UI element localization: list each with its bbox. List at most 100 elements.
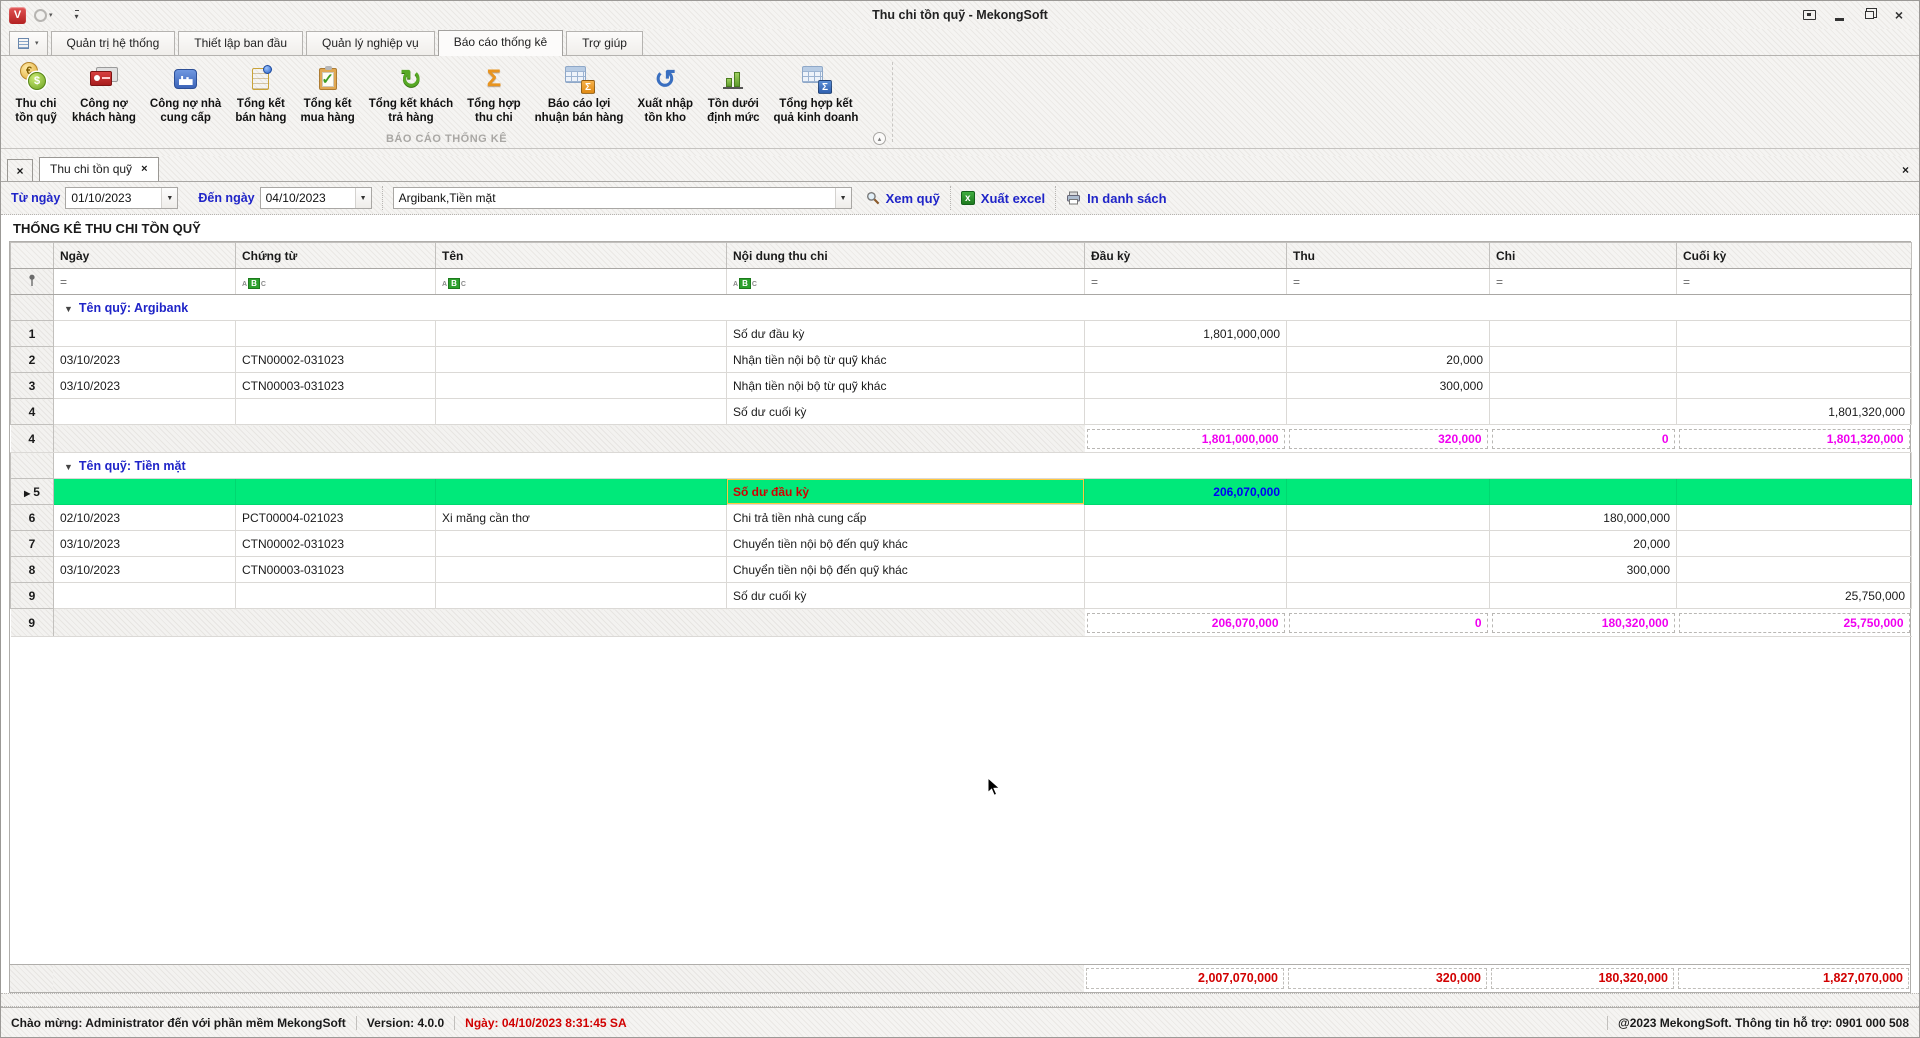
ribbon-item-purchase-check[interactable]: ✓Tổng kếtmua hàng — [293, 60, 361, 128]
column-header-dauky[interactable]: Đầu kỳ — [1085, 243, 1287, 269]
cell-ten[interactable] — [436, 557, 727, 583]
cell-chi[interactable] — [1490, 373, 1677, 399]
cell-thu[interactable] — [1287, 583, 1490, 609]
minimize-button[interactable] — [1827, 5, 1851, 25]
row-indicator[interactable]: 7 — [11, 531, 54, 557]
cell-ngay[interactable]: 03/10/2023 — [54, 347, 236, 373]
ribbon-tab-3[interactable]: Báo cáo thống kê — [438, 30, 563, 56]
group-row-caption[interactable]: ▼Tên quỹ: Tiền mặt — [54, 453, 1912, 479]
cell-chungtu[interactable]: CTN00002-031023 — [236, 347, 436, 373]
row-indicator[interactable]: 4 — [11, 399, 54, 425]
row-indicator[interactable]: 9 — [11, 583, 54, 609]
tab-thu-chi-ton-quy[interactable]: Thu chi tồn quỹ × — [39, 157, 159, 181]
cell-cuoiky[interactable] — [1677, 479, 1912, 505]
cell-chi[interactable] — [1490, 399, 1677, 425]
cell-chi[interactable] — [1490, 479, 1677, 505]
row-indicator[interactable]: 8 — [11, 557, 54, 583]
cell-cuoiky[interactable] — [1677, 505, 1912, 531]
filter-cell-ngay[interactable]: = — [54, 269, 236, 295]
cell-cuoiky[interactable] — [1677, 557, 1912, 583]
column-header-chi[interactable]: Chi — [1490, 243, 1677, 269]
ribbon-item-bar-chart[interactable]: Tồn dướiđịnh mức — [700, 60, 766, 128]
cell-cuoiky[interactable] — [1677, 321, 1912, 347]
filter-pin-icon[interactable] — [11, 269, 54, 295]
filter-cell-chungtu[interactable]: ABC — [236, 269, 436, 295]
row-indicator[interactable]: 6 — [11, 505, 54, 531]
cell-thu[interactable]: 300,000 — [1287, 373, 1490, 399]
collapse-triangle-icon[interactable]: ▼ — [64, 462, 73, 472]
cell-noidung[interactable]: Số dư đầu kỳ — [727, 321, 1085, 347]
filter-cell-thu[interactable]: = — [1287, 269, 1490, 295]
cell-noidung[interactable]: Nhận tiền nội bộ từ quỹ khác — [727, 347, 1085, 373]
cell-chi[interactable] — [1490, 321, 1677, 347]
dropdown-arrow-icon[interactable]: ▼ — [355, 188, 371, 208]
strip-close-button[interactable]: × — [1902, 163, 1913, 181]
cell-noidung[interactable]: Chuyển tiền nội bộ đến quỹ khác — [727, 557, 1085, 583]
cell-chungtu[interactable]: PCT00004-021023 — [236, 505, 436, 531]
cell-ten[interactable] — [436, 583, 727, 609]
to-date-input[interactable]: 04/10/2023 ▼ — [260, 187, 372, 209]
ribbon-item-returns[interactable]: ↻Tổng kết kháchtrả hàng — [362, 60, 460, 128]
ribbon-item-profit-table[interactable]: ΣBáo cáo lợinhuận bán hàng — [528, 60, 631, 128]
cell-dauky[interactable]: 1,801,000,000 — [1085, 321, 1287, 347]
ribbon-tab-2[interactable]: Quản lý nghiệp vụ — [306, 31, 435, 55]
close-all-tabs-button[interactable]: × — [7, 159, 33, 181]
filter-cell-cuoiky[interactable]: = — [1677, 269, 1912, 295]
table-row[interactable]: 303/10/2023CTN00003-031023Nhận tiền nội … — [11, 373, 1912, 399]
cell-cuoiky[interactable] — [1677, 347, 1912, 373]
cell-noidung[interactable]: Chi trả tiền nhà cung cấp — [727, 505, 1085, 531]
customize-toolbar-button[interactable]: ▾ — [75, 10, 79, 21]
dropdown-arrow-icon[interactable]: ▼ — [161, 188, 177, 208]
ribbon-item-sigma[interactable]: ΣTổng hợpthu chi — [460, 60, 528, 128]
column-header-chungtu[interactable]: Chứng từ — [236, 243, 436, 269]
ribbon-item-coins[interactable]: €$Thu chitồn quỹ — [7, 60, 65, 128]
ribbon-tab-1[interactable]: Thiết lập ban đầu — [178, 31, 303, 55]
table-row[interactable]: 203/10/2023CTN00002-031023Nhận tiền nội … — [11, 347, 1912, 373]
filter-cell-chi[interactable]: = — [1490, 269, 1677, 295]
filter-cell-dauky[interactable]: = — [1085, 269, 1287, 295]
restore-button[interactable] — [1857, 5, 1881, 25]
view-fund-button[interactable]: Xem quỹ — [866, 191, 940, 206]
cell-chungtu[interactable] — [236, 583, 436, 609]
tab-close-icon[interactable]: × — [141, 163, 147, 175]
cell-dauky[interactable] — [1085, 583, 1287, 609]
cell-ten[interactable] — [436, 373, 727, 399]
cell-ngay[interactable]: 02/10/2023 — [54, 505, 236, 531]
cell-ngay[interactable] — [54, 399, 236, 425]
cell-noidung[interactable]: Nhận tiền nội bộ từ quỹ khác — [727, 373, 1085, 399]
close-button[interactable]: × — [1887, 5, 1911, 25]
cell-ten[interactable] — [436, 399, 727, 425]
row-indicator[interactable]: 1 — [11, 321, 54, 347]
collapse-triangle-icon[interactable]: ▼ — [64, 304, 73, 314]
application-menu-button[interactable]: ▾ — [9, 31, 48, 55]
export-excel-button[interactable]: x Xuất excel — [961, 191, 1045, 206]
cell-dauky[interactable] — [1085, 531, 1287, 557]
cell-ten[interactable] — [436, 479, 727, 505]
filter-cell-ten[interactable]: ABC — [436, 269, 727, 295]
cell-dauky[interactable] — [1085, 557, 1287, 583]
ribbon-item-sales-note[interactable]: Tổng kếtbán hàng — [228, 60, 293, 128]
table-row-selected[interactable]: ▶5Số dư đầu kỳ206,070,000 — [11, 479, 1912, 505]
cell-dauky[interactable] — [1085, 347, 1287, 373]
cell-chi[interactable] — [1490, 347, 1677, 373]
ribbon-tab-4[interactable]: Trợ giúp — [566, 31, 643, 55]
cell-ngay[interactable] — [54, 479, 236, 505]
cell-noidung[interactable]: Số dư đầu kỳ — [727, 479, 1085, 505]
cell-cuoiky[interactable]: 25,750,000 — [1677, 583, 1912, 609]
table-row[interactable]: 602/10/2023PCT00004-021023Xi măng cần th… — [11, 505, 1912, 531]
cell-ten[interactable]: Xi măng cần thơ — [436, 505, 727, 531]
cell-chungtu[interactable] — [236, 399, 436, 425]
app-logo-icon[interactable]: V — [9, 7, 26, 24]
table-row[interactable]: 1 Số dư đầu kỳ1,801,000,000 — [11, 321, 1912, 347]
ribbon-item-result-table[interactable]: ΣTổng hợp kếtquả kinh doanh — [766, 60, 865, 128]
cell-thu[interactable] — [1287, 557, 1490, 583]
cell-chungtu[interactable] — [236, 479, 436, 505]
column-header-thu[interactable]: Thu — [1287, 243, 1490, 269]
ribbon-collapse-button[interactable]: ▴ — [873, 132, 886, 145]
column-header-ten[interactable]: Tên — [436, 243, 727, 269]
ribbon-item-supplier-debt[interactable]: Công nợ nhàcung cấp — [143, 60, 228, 128]
cell-thu[interactable] — [1287, 321, 1490, 347]
cell-thu[interactable]: 20,000 — [1287, 347, 1490, 373]
ribbon-tab-0[interactable]: Quản trị hệ thống — [51, 31, 176, 55]
cell-ten[interactable] — [436, 347, 727, 373]
